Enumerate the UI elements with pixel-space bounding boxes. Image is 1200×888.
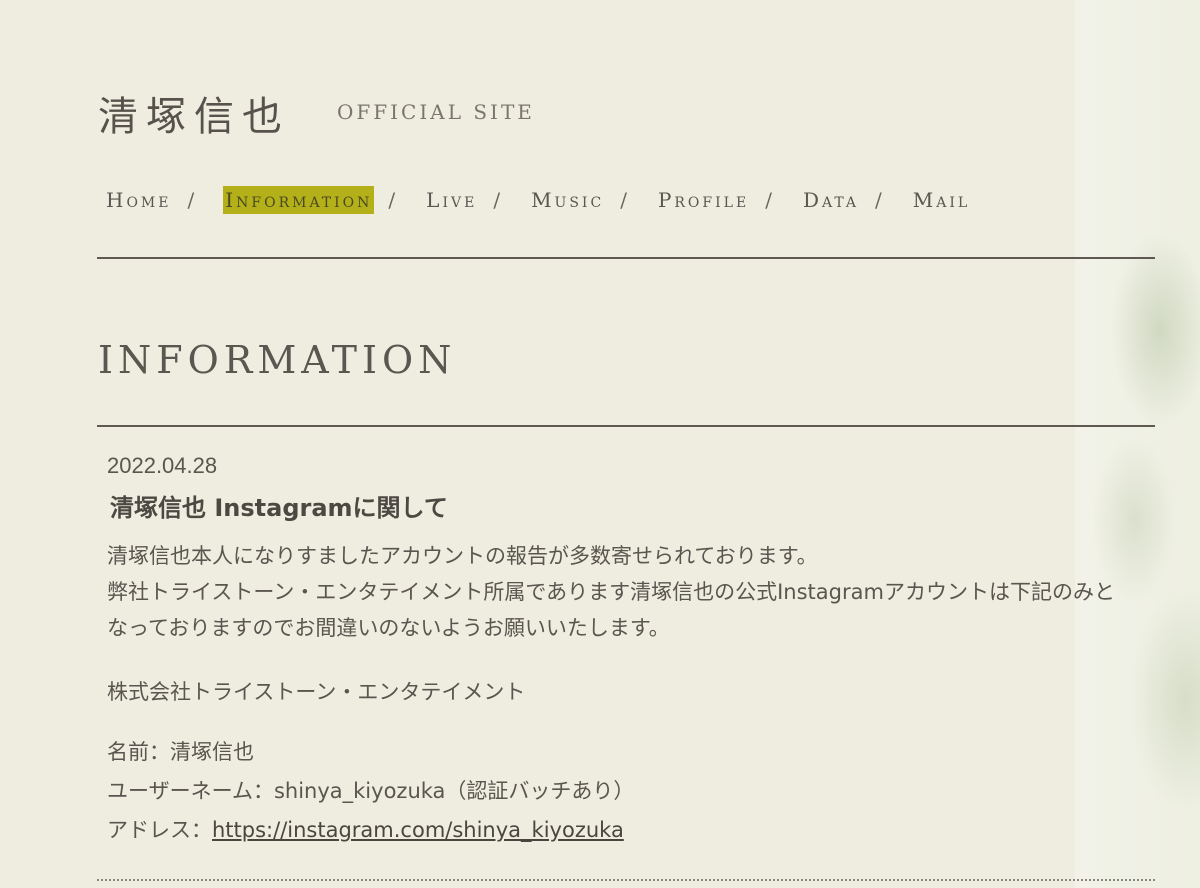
post-paragraph-1: 清塚信也本人になりすましたアカウントの報告が多数寄せられております。 xyxy=(107,544,818,568)
nav-data[interactable]: Data xyxy=(801,186,861,214)
site-subtitle: OFFICIAL SITE xyxy=(337,100,535,124)
nav-separator: / xyxy=(493,188,504,212)
username-label: ユーザーネーム： xyxy=(107,779,274,803)
site-title: 清塚信也 xyxy=(98,94,290,140)
nav-information[interactable]: Information xyxy=(223,186,375,214)
decorative-leaf-background xyxy=(1075,0,1200,888)
name-value: 清塚信也 xyxy=(170,740,254,764)
name-label: 名前： xyxy=(107,740,170,764)
nav-music[interactable]: Music xyxy=(529,186,606,214)
post-end-divider xyxy=(97,879,1155,881)
nav-home[interactable]: Home xyxy=(104,186,173,214)
account-username-line: ユーザーネーム：shinya_kiyozuka（認証バッチあり） xyxy=(107,775,634,805)
section-divider xyxy=(97,425,1155,427)
nav-separator: / xyxy=(187,188,198,212)
nav-profile[interactable]: Profile xyxy=(656,186,751,214)
nav-separator: / xyxy=(765,188,775,212)
account-address-line: アドレス：https://instagram.com/shinya_kiyozu… xyxy=(107,814,624,844)
instagram-link[interactable]: https://instagram.com/shinya_kiyozuka xyxy=(212,818,624,842)
address-label: アドレス： xyxy=(107,818,212,842)
post-paragraph-2: 弊社トライストーン・エンタテイメント所属であります清塚信也の公式Instagra… xyxy=(107,580,1115,640)
account-name-line: 名前：清塚信也 xyxy=(107,736,254,766)
section-title: INFORMATION xyxy=(98,338,457,382)
post-body: 清塚信也本人になりすましたアカウントの報告が多数寄せられております。 弊社トライ… xyxy=(107,538,1127,646)
nav-mail[interactable]: Mail xyxy=(911,186,972,214)
username-value: shinya_kiyozuka（認証バッチあり） xyxy=(273,779,635,803)
nav-live[interactable]: Live xyxy=(424,186,479,214)
header-divider xyxy=(97,257,1155,259)
nav-separator: / xyxy=(875,188,885,212)
main-nav: Home / Information / Live / Music / Prof… xyxy=(104,186,972,214)
nav-separator: / xyxy=(388,188,399,212)
nav-separator: / xyxy=(620,188,630,212)
company-name: 株式会社トライストーン・エンタテイメント xyxy=(107,680,526,704)
post-title: 清塚信也 Instagramに関して xyxy=(110,494,448,522)
post-date: 2022.04.28 xyxy=(107,453,218,478)
